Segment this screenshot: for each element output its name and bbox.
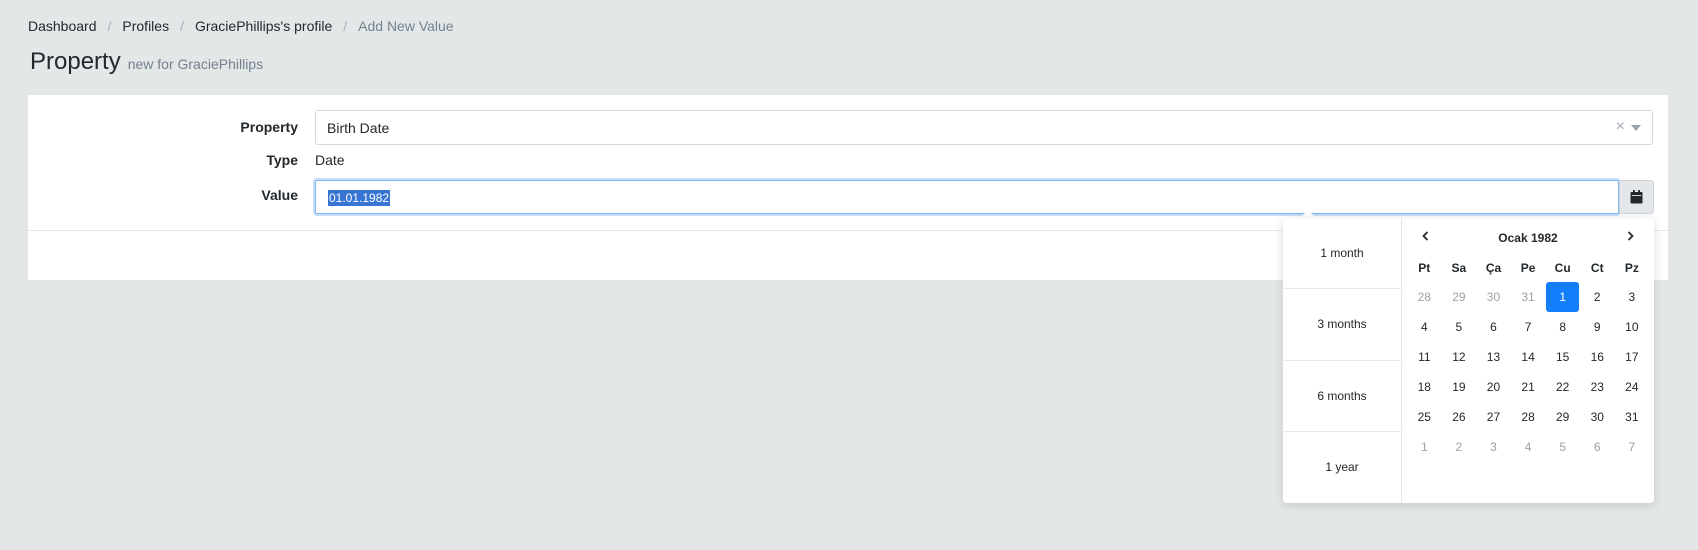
- calendar-day[interactable]: 1: [1407, 432, 1442, 462]
- calendar-day[interactable]: 12: [1442, 342, 1477, 372]
- datepicker-ranges: 1 month 3 months 6 months 1 year: [1283, 218, 1402, 503]
- calendar-day[interactable]: 29: [1545, 402, 1580, 432]
- calendar-day[interactable]: 27: [1476, 402, 1511, 432]
- breadcrumb-separator: /: [343, 18, 348, 34]
- calendar-day[interactable]: 13: [1476, 342, 1511, 372]
- range-1-month[interactable]: 1 month: [1283, 218, 1401, 290]
- breadcrumb: Dashboard / Profiles / GraciePhillips's …: [28, 18, 454, 34]
- calendar-day[interactable]: 18: [1407, 372, 1442, 402]
- page-title: Property new for GraciePhillips: [30, 48, 263, 76]
- weekday-header: Sa: [1451, 261, 1467, 275]
- calendar-header: Ocak 1982: [1402, 218, 1654, 254]
- range-6-months[interactable]: 6 months: [1283, 361, 1401, 432]
- clear-icon[interactable]: ×: [1616, 118, 1625, 136]
- property-select-value: Birth Date: [327, 120, 390, 136]
- calendar-day[interactable]: 20: [1476, 372, 1511, 402]
- datepicker-popup: 1 month 3 months 6 months 1 year Ocak 19…: [1283, 218, 1654, 503]
- calendar-day[interactable]: 30: [1580, 402, 1615, 432]
- calendar-day[interactable]: 15: [1545, 342, 1580, 372]
- calendar-day[interactable]: 7: [1615, 432, 1650, 462]
- calendar-icon: [1630, 190, 1643, 204]
- calendar-day[interactable]: 23: [1580, 372, 1615, 402]
- breadcrumb-separator: /: [107, 18, 112, 34]
- value-date-input[interactable]: 01.01.1982: [315, 180, 1619, 214]
- page-subtitle: new for GraciePhillips: [127, 56, 264, 72]
- calendar-day[interactable]: 6: [1476, 312, 1511, 342]
- type-value: Date: [315, 152, 345, 168]
- calendar-day[interactable]: 22: [1545, 372, 1580, 402]
- calendar-grid: Pt Sa Ça Pe Cu Ct Pz 28 29 30 31 1 2 3 4 5 6 7 8 9 10 11 12 13 1…: [1407, 254, 1654, 462]
- calendar: Ocak 1982 Pt Sa Ça Pe Cu Ct Pz 28 29 30 31 1 2 3 4 5 6 7 8…: [1402, 218, 1654, 462]
- calendar-day[interactable]: 21: [1511, 372, 1546, 402]
- calendar-button[interactable]: [1619, 180, 1654, 214]
- calendar-day[interactable]: 2: [1580, 282, 1615, 312]
- calendar-day[interactable]: 19: [1442, 372, 1477, 402]
- calendar-day[interactable]: 5: [1442, 312, 1477, 342]
- calendar-month-title: Ocak 1982: [1498, 231, 1558, 245]
- page-title-main: Property: [30, 48, 121, 75]
- calendar-day[interactable]: 30: [1476, 282, 1511, 312]
- datepicker-caret: [1300, 210, 1316, 218]
- calendar-day[interactable]: 3: [1615, 282, 1650, 312]
- calendar-day[interactable]: 31: [1615, 402, 1650, 432]
- range-1-year[interactable]: 1 year: [1283, 432, 1401, 503]
- calendar-day[interactable]: 28: [1407, 282, 1442, 312]
- calendar-day[interactable]: 31: [1511, 282, 1546, 312]
- calendar-day[interactable]: 2: [1442, 432, 1477, 462]
- weekday-header: Ct: [1590, 261, 1604, 275]
- calendar-day[interactable]: 29: [1442, 282, 1477, 312]
- calendar-day[interactable]: 5: [1545, 432, 1580, 462]
- calendar-day[interactable]: 16: [1580, 342, 1615, 372]
- type-label: Type: [266, 152, 298, 168]
- calendar-day[interactable]: 9: [1580, 312, 1615, 342]
- breadcrumb-dashboard[interactable]: Dashboard: [28, 18, 97, 34]
- weekday-header: Pe: [1520, 261, 1536, 275]
- property-select[interactable]: Birth Date ×: [315, 110, 1653, 145]
- breadcrumb-separator: /: [180, 18, 184, 34]
- calendar-day[interactable]: 28: [1511, 402, 1546, 432]
- property-label: Property: [240, 119, 298, 135]
- weekday-header: Pz: [1624, 261, 1639, 275]
- calendar-day[interactable]: 8: [1545, 312, 1580, 342]
- dropdown-arrow-icon[interactable]: [1631, 125, 1641, 131]
- calendar-day[interactable]: 4: [1407, 312, 1442, 342]
- chevron-right-icon[interactable]: [1625, 231, 1635, 241]
- calendar-day[interactable]: 11: [1407, 342, 1442, 372]
- calendar-day[interactable]: 26: [1442, 402, 1477, 432]
- calendar-day[interactable]: 4: [1511, 432, 1546, 462]
- calendar-day[interactable]: 7: [1511, 312, 1546, 342]
- breadcrumb-profiles[interactable]: Profiles: [122, 18, 169, 34]
- calendar-day[interactable]: 6: [1580, 432, 1615, 462]
- calendar-day[interactable]: 25: [1407, 402, 1442, 432]
- range-3-months[interactable]: 3 months: [1283, 289, 1401, 361]
- breadcrumb-current: Add New Value: [358, 18, 454, 34]
- weekday-header: Ça: [1485, 261, 1502, 275]
- breadcrumb-profile[interactable]: GraciePhillips's profile: [195, 18, 332, 34]
- weekday-header: Pt: [1418, 261, 1431, 275]
- value-date-text: 01.01.1982: [328, 190, 391, 206]
- calendar-day-selected[interactable]: 1: [1546, 282, 1579, 312]
- calendar-day[interactable]: 3: [1476, 432, 1511, 462]
- calendar-day[interactable]: 24: [1615, 372, 1650, 402]
- value-label: Value: [261, 187, 298, 203]
- calendar-day[interactable]: 14: [1511, 342, 1546, 372]
- weekday-header: Cu: [1554, 261, 1571, 275]
- calendar-day[interactable]: 10: [1615, 312, 1650, 342]
- calendar-day[interactable]: 17: [1615, 342, 1650, 372]
